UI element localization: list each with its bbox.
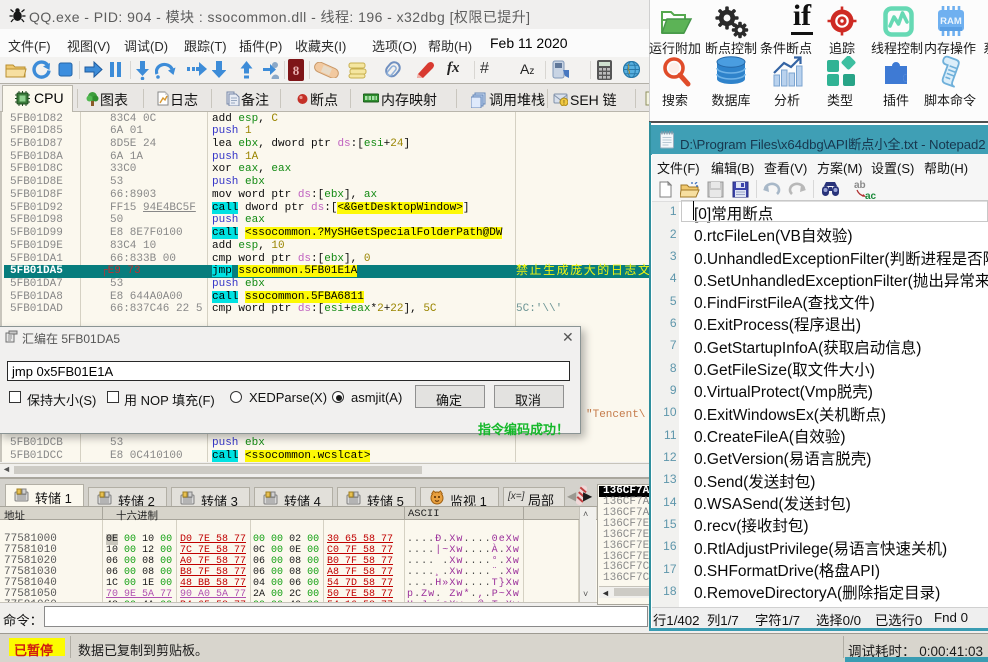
- svg-text:RAM: RAM: [940, 16, 962, 27]
- svg-text:!: !: [563, 100, 565, 106]
- svg-text:8: 8: [293, 63, 300, 78]
- svg-text:ab: ab: [854, 180, 866, 191]
- svg-text:ac: ac: [865, 191, 877, 200]
